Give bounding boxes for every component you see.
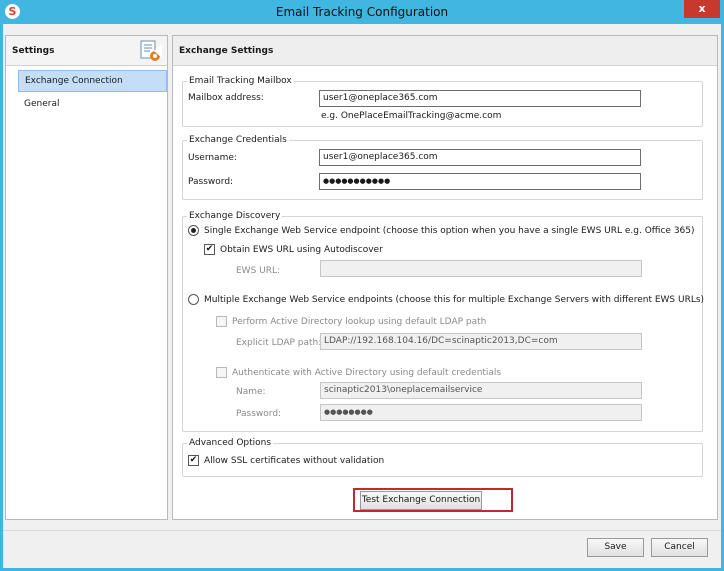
ad-name-input[interactable]: scinaptic2013\oneplacemailservice <box>320 382 642 399</box>
advanced-group-title: Advanced Options <box>187 437 274 449</box>
single-endpoint-label: Single Exchange Web Service endpoint (ch… <box>204 226 695 236</box>
ldap-path-input[interactable]: LDAP://192.168.104.16/DC=scinaptic2013,D… <box>320 333 642 350</box>
ad-password-input[interactable]: ●●●●●●●● <box>320 404 642 421</box>
username-input[interactable]: user1@oneplace365.com <box>319 149 641 166</box>
username-label: Username: <box>188 153 237 163</box>
discovery-group-title: Exchange Discovery <box>187 210 283 222</box>
window-title: Email Tracking Configuration <box>275 5 449 19</box>
mailbox-address-input[interactable]: user1@oneplace365.com <box>319 90 641 107</box>
ssl-checkbox[interactable]: ✔ <box>188 455 199 466</box>
ad-password-label: Password: <box>236 409 282 419</box>
panel-title: Exchange Settings <box>179 46 274 56</box>
title-bar: S Email Tracking Configuration x <box>0 0 724 24</box>
radio-selected-dot <box>191 228 196 233</box>
single-endpoint-radio[interactable] <box>188 225 199 236</box>
panel-header: Exchange Settings <box>173 36 717 66</box>
ews-url-label: EWS URL: <box>236 266 281 276</box>
ldap-path-label: Explicit LDAP path: <box>236 338 322 348</box>
nav-item-exchange-connection[interactable]: Exchange Connection <box>18 70 167 92</box>
autodiscover-checkbox[interactable]: ✔ <box>204 244 215 255</box>
nav-header: Settings <box>6 36 167 66</box>
mailbox-example-hint: e.g. OnePlaceEmailTracking@acme.com <box>321 111 502 121</box>
cancel-button[interactable]: Cancel <box>651 538 708 557</box>
mailbox-group-title: Email Tracking Mailbox <box>187 75 294 87</box>
close-button[interactable]: x <box>684 0 720 18</box>
multiple-endpoints-label: Multiple Exchange Web Service endpoints … <box>204 295 705 305</box>
nav-header-label: Settings <box>12 46 55 56</box>
settings-nav: Settings Exchange Connection General <box>5 35 168 520</box>
ssl-label: Allow SSL certificates without validatio… <box>204 456 385 466</box>
mailbox-address-label: Mailbox address: <box>188 93 264 103</box>
autodiscover-label: Obtain EWS URL using Autodiscover <box>220 245 383 255</box>
password-input[interactable]: ●●●●●●●●●●● <box>319 173 641 190</box>
password-label: Password: <box>188 177 234 187</box>
selection-pointer <box>154 44 162 58</box>
multiple-endpoints-radio[interactable] <box>188 294 199 305</box>
ad-auth-label: Authenticate with Active Directory using… <box>232 368 502 378</box>
ad-lookup-label: Perform Active Directory lookup using de… <box>232 317 487 327</box>
ad-lookup-checkbox[interactable] <box>216 316 227 327</box>
ad-name-label: Name: <box>236 387 266 397</box>
test-exchange-connection-button[interactable]: Test Exchange Connection <box>360 491 482 510</box>
footer-divider <box>3 530 721 531</box>
exchange-settings-panel: Exchange Settings Email Tracking Mailbox… <box>172 35 718 520</box>
save-button[interactable]: Save <box>587 538 644 557</box>
nav-item-general[interactable]: General <box>18 93 167 115</box>
ad-auth-checkbox[interactable] <box>216 367 227 378</box>
credentials-group-title: Exchange Credentials <box>187 134 289 146</box>
ews-url-input[interactable] <box>320 260 642 277</box>
